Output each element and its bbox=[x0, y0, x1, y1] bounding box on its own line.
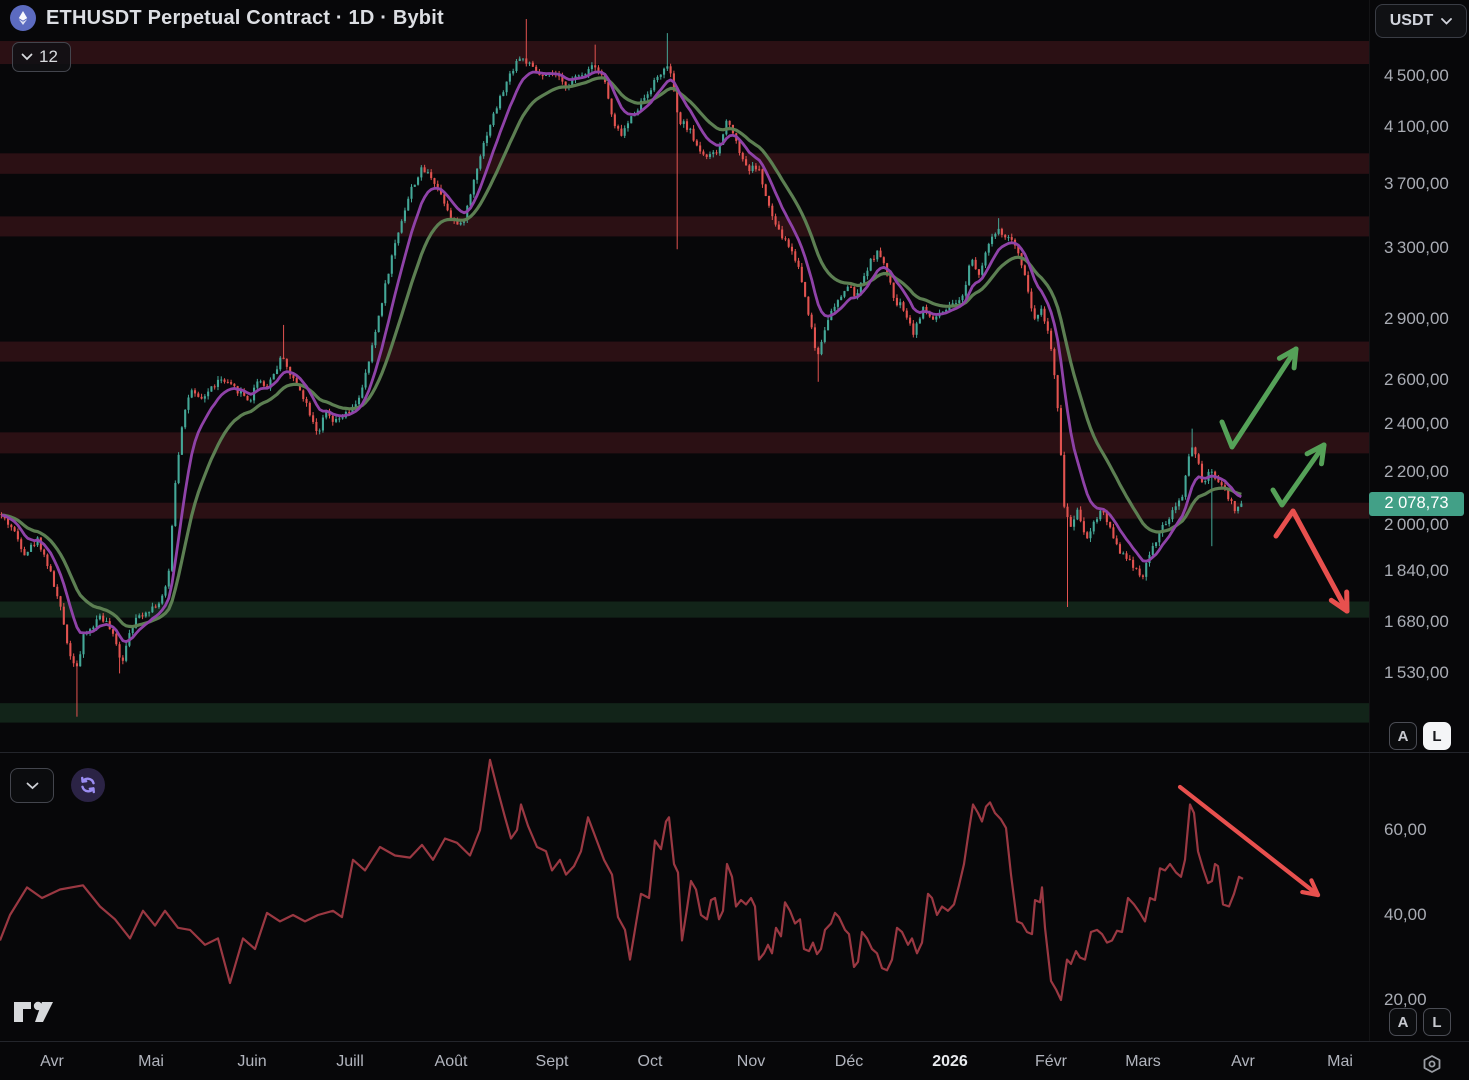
resistance-zone[interactable] bbox=[0, 216, 1369, 237]
price-tick-label: 2 900,00 bbox=[1384, 309, 1449, 329]
indicator-tick-label: 60,00 bbox=[1384, 820, 1427, 839]
time-tick-label: Avr bbox=[1231, 1053, 1255, 1070]
price-tick-label: 2 400,00 bbox=[1384, 413, 1449, 433]
resistance-zone[interactable] bbox=[0, 502, 1369, 519]
currency-label: USDT bbox=[1389, 12, 1434, 29]
time-tick-label: Mai bbox=[1327, 1053, 1353, 1070]
currency-selector[interactable]: USDT bbox=[1375, 4, 1467, 38]
chevron-down-icon bbox=[1441, 17, 1453, 25]
time-tick-label: Juill bbox=[336, 1053, 364, 1070]
support-zone[interactable] bbox=[0, 703, 1369, 723]
price-tick-label: 4 100,00 bbox=[1384, 117, 1449, 137]
symbol-title[interactable]: ETHUSDT Perpetual Contract · 1D · Bybit bbox=[46, 7, 444, 30]
resistance-zone[interactable] bbox=[0, 41, 1369, 65]
price-axis-divider[interactable] bbox=[1369, 0, 1370, 1041]
time-tick-label: Avr bbox=[40, 1053, 64, 1070]
time-axis-separator bbox=[0, 1041, 1469, 1042]
price-tick-label: 2 600,00 bbox=[1384, 369, 1449, 389]
resistance-zone[interactable] bbox=[0, 341, 1369, 362]
resistance-zone[interactable] bbox=[0, 432, 1369, 454]
chart-window: ETHUSDT Perpetual Contract · 1D · Bybit … bbox=[0, 0, 1469, 1080]
interval-collapse-button[interactable]: 12 bbox=[12, 42, 71, 72]
price-log-scale-button[interactable]: L bbox=[1423, 722, 1451, 750]
price-tick-label: 2 200,00 bbox=[1384, 462, 1449, 482]
refresh-icon bbox=[81, 776, 95, 794]
time-tick-label: Déc bbox=[834, 1053, 864, 1070]
indicator-refresh-button[interactable] bbox=[71, 768, 105, 802]
indicator-pane[interactable] bbox=[0, 758, 1321, 1002]
time-tick-label: 2026 bbox=[932, 1053, 968, 1070]
price-tick-label: 1 840,00 bbox=[1384, 561, 1449, 581]
indicator-tick-label: 40,00 bbox=[1384, 905, 1427, 924]
chart-canvas[interactable] bbox=[0, 0, 1469, 1080]
time-tick-label: Août bbox=[434, 1053, 468, 1070]
indicator-collapse-button[interactable] bbox=[10, 768, 54, 803]
tradingview-logo[interactable] bbox=[12, 999, 60, 1032]
resistance-zone[interactable] bbox=[0, 153, 1369, 174]
price-tick-label: 1 530,00 bbox=[1384, 663, 1449, 683]
time-tick-label: Mai bbox=[138, 1053, 164, 1070]
sr-zones-layer bbox=[0, 41, 1369, 723]
bullish-trend-arrow[interactable] bbox=[1270, 442, 1327, 508]
time-tick-label: Févr bbox=[1035, 1053, 1067, 1070]
ethereum-logo-icon bbox=[10, 5, 36, 31]
indicator-auto-scale-button[interactable]: A bbox=[1389, 1008, 1417, 1036]
price-tick-label: 4 500,00 bbox=[1384, 65, 1449, 85]
price-tick-label: 3 700,00 bbox=[1384, 174, 1449, 194]
time-tick-label: Sept bbox=[535, 1053, 569, 1070]
indicator-tick-label: 20,00 bbox=[1384, 990, 1427, 1009]
timezone-settings-button[interactable] bbox=[1420, 1052, 1444, 1080]
chevron-down-icon bbox=[26, 782, 38, 789]
interval-label: 12 bbox=[39, 47, 58, 66]
hexagon-gear-icon bbox=[1423, 1055, 1441, 1073]
bearish-indicator-arrow[interactable] bbox=[1177, 784, 1321, 898]
time-tick-label: Mars bbox=[1125, 1053, 1161, 1070]
pane-separator[interactable] bbox=[0, 752, 1469, 753]
time-tick-label: Nov bbox=[736, 1053, 766, 1070]
support-zone[interactable] bbox=[0, 601, 1369, 618]
time-tick-label: Juin bbox=[237, 1053, 267, 1070]
oscillator-line bbox=[0, 758, 1244, 1002]
price-auto-scale-button[interactable]: A bbox=[1389, 722, 1417, 750]
symbol-header: ETHUSDT Perpetual Contract · 1D · Bybit bbox=[10, 5, 444, 31]
price-tick-label: 3 300,00 bbox=[1384, 237, 1449, 257]
chevron-down-icon bbox=[21, 53, 33, 61]
price-tick-label: 1 680,00 bbox=[1384, 611, 1449, 631]
current-price-badge: 2 078,73 bbox=[1369, 491, 1464, 516]
indicator-log-scale-button[interactable]: L bbox=[1423, 1008, 1451, 1036]
price-pane[interactable] bbox=[0, 19, 1369, 723]
bullish-trend-arrow[interactable] bbox=[1219, 346, 1299, 450]
bearish-trend-arrow[interactable] bbox=[1273, 508, 1350, 614]
time-tick-label: Oct bbox=[637, 1053, 663, 1070]
price-tick-label: 2 000,00 bbox=[1384, 515, 1449, 534]
